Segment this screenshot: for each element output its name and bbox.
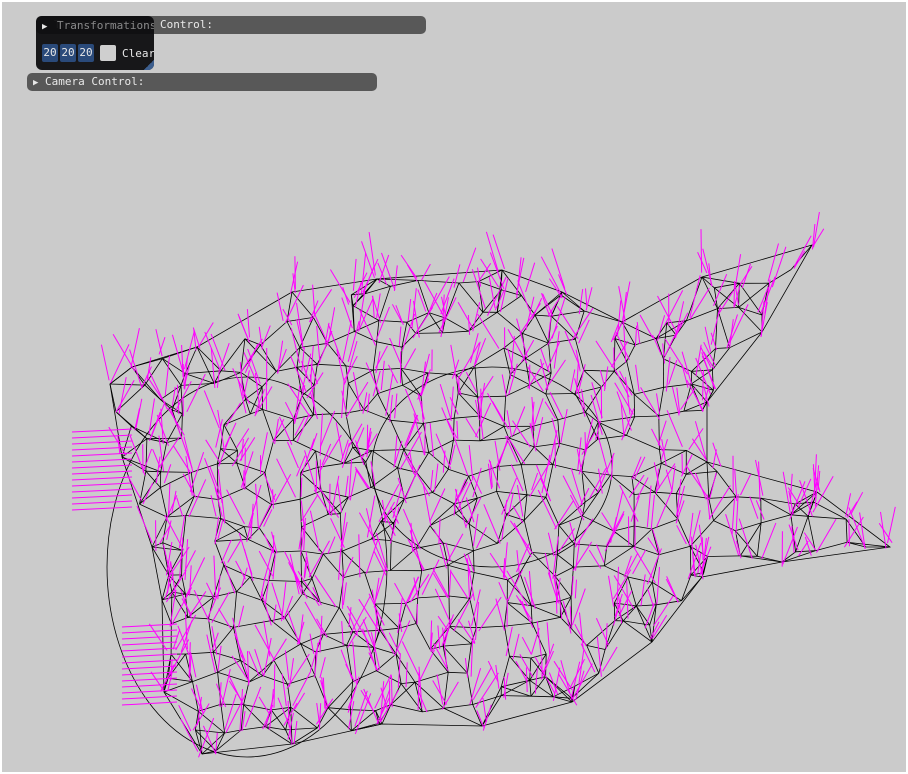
- render-viewport[interactable]: ▶Transformations Control: ▶Camera Contro…: [2, 2, 906, 772]
- vertex-normals: [71, 212, 896, 758]
- triangle-right-icon[interactable]: ▶: [42, 18, 54, 36]
- clear-color-swatch[interactable]: [100, 45, 116, 61]
- resolution-x-field[interactable]: 20: [42, 44, 58, 62]
- mesh-edges: [106, 244, 892, 758]
- resolution-row: 20 20 20 Clear: [42, 44, 154, 64]
- resolution-z-field[interactable]: 20: [78, 44, 94, 62]
- popup-title-bar[interactable]: ▶ Transformations: [42, 17, 154, 36]
- transformations-popup-window[interactable]: ▶ Transformations 20 20 20 Clear: [36, 16, 154, 70]
- resolution-y-field[interactable]: 20: [60, 44, 76, 62]
- wireframe-mesh-with-normals: [71, 212, 896, 758]
- camera-control-label: Camera Control:: [45, 75, 145, 88]
- triangle-right-icon: ▶: [33, 78, 39, 88]
- popup-title: Transformations: [57, 19, 154, 32]
- resize-grip-icon[interactable]: [144, 60, 154, 70]
- camera-control-header[interactable]: ▶ Camera Control:: [27, 73, 377, 91]
